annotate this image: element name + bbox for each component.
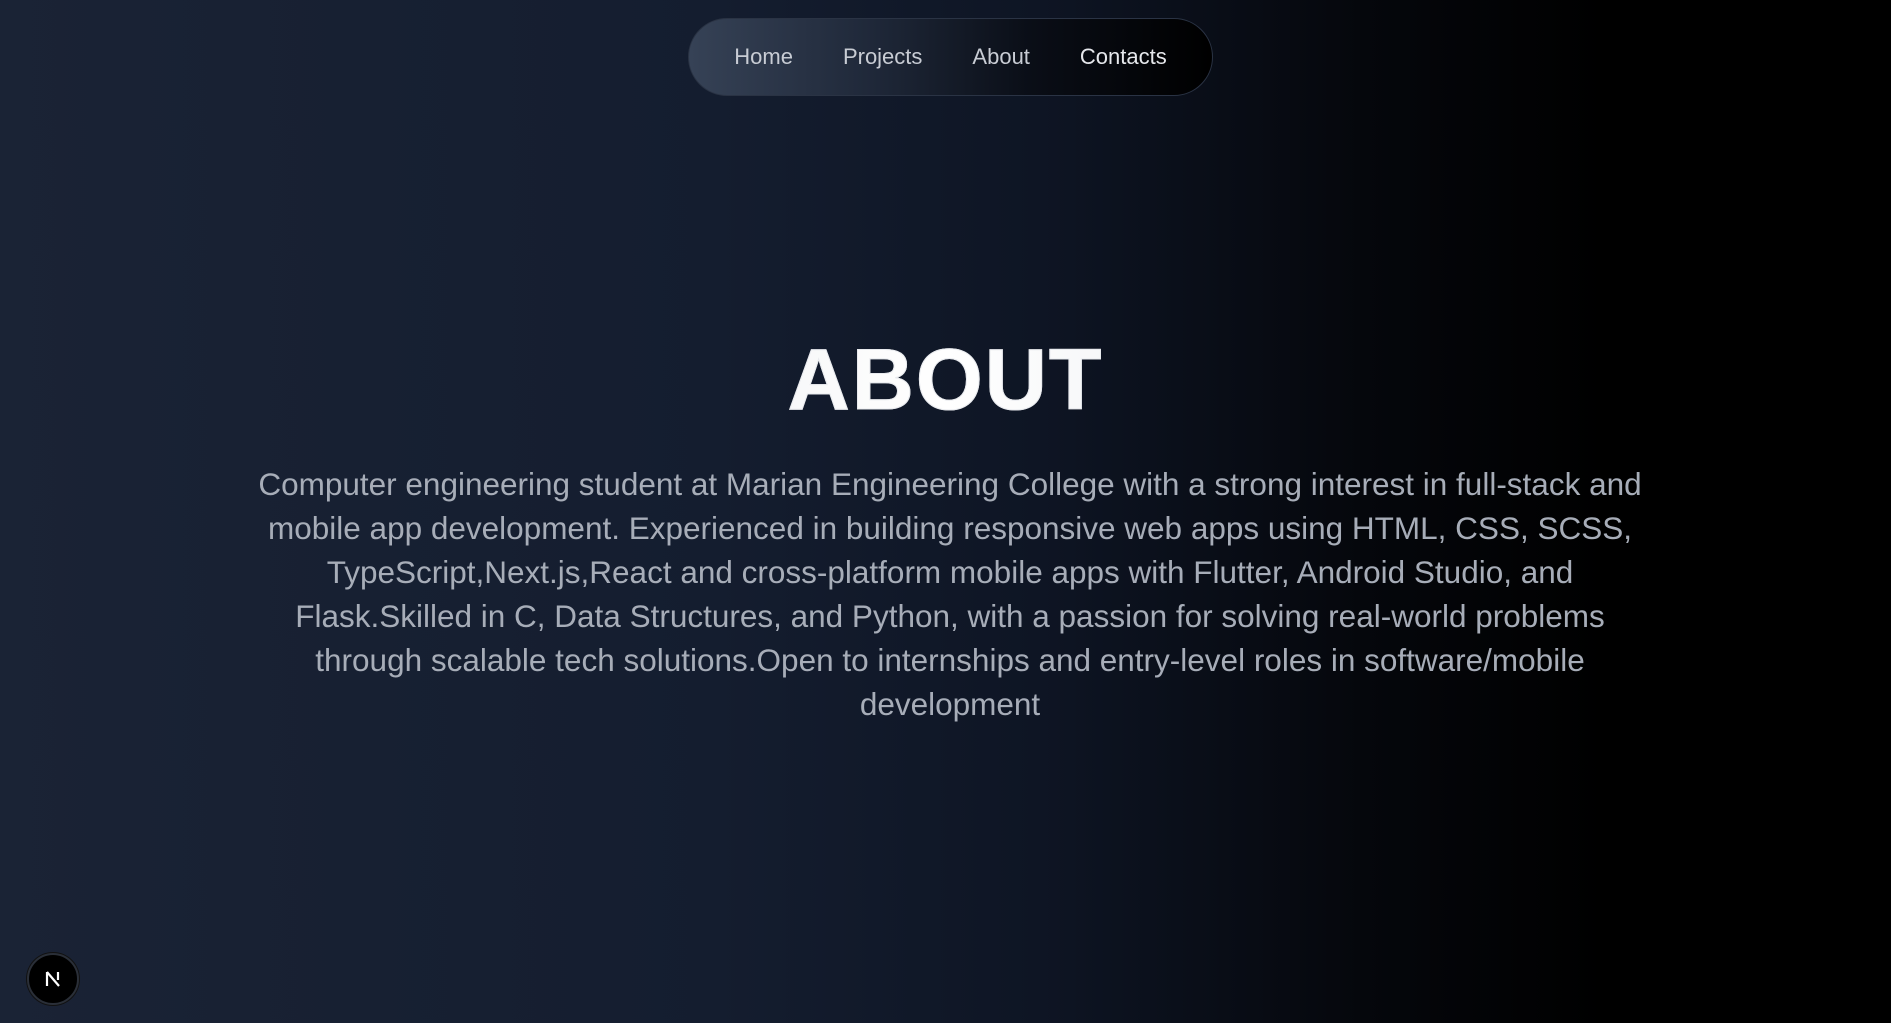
nav-about-link[interactable]: About xyxy=(947,18,1055,96)
nav-projects-link[interactable]: Projects xyxy=(818,18,947,96)
top-nav: Home Projects About Contacts xyxy=(688,18,1213,96)
nav-home-link[interactable]: Home xyxy=(709,18,818,96)
nav-contacts-link[interactable]: Contacts xyxy=(1055,18,1192,96)
about-description: Computer engineering student at Marian E… xyxy=(258,466,1642,722)
nextjs-logo-icon xyxy=(45,971,60,987)
nextjs-dev-badge[interactable] xyxy=(27,953,79,1005)
about-title: ABOUT xyxy=(0,330,1891,430)
